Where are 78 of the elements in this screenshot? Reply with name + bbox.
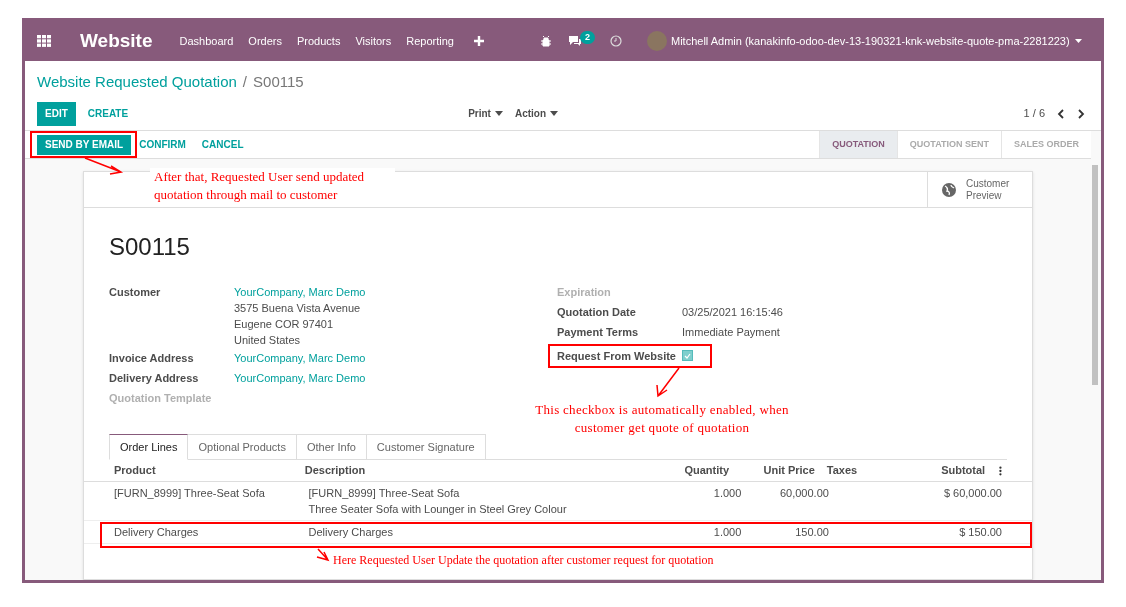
create-button[interactable]: CREATE <box>75 101 141 126</box>
customer-preview-button[interactable]: Customer Preview <box>927 172 1032 207</box>
address-line: Eugene COR 97401 <box>234 317 335 332</box>
menu-item[interactable]: Products <box>296 32 341 50</box>
table-cell-text: 60,000.00 <box>778 486 829 501</box>
message-count-badge: 2 <box>579 30 595 44</box>
table-cell-text: 1.000 <box>712 486 742 501</box>
table-cell-text: [FURN_8999] Three-Seat Sofa <box>114 486 266 501</box>
column-header[interactable]: Unit Price <box>729 462 815 479</box>
workflow-button[interactable]: CANCEL <box>193 134 252 155</box>
check-icon <box>684 352 691 359</box>
workflow-button[interactable]: SEND BY EMAIL <box>37 134 132 155</box>
field-label: Quotation Date <box>557 305 637 320</box>
column-header[interactable]: Quantity <box>624 462 730 479</box>
edit-button[interactable]: EDIT <box>37 101 76 126</box>
checkbox[interactable] <box>682 350 693 361</box>
column-options-icon[interactable] <box>999 465 1002 476</box>
dropdown-button[interactable]: Print <box>468 106 503 121</box>
field-label: Quotation Template <box>109 391 213 406</box>
table-cell-text: $ 60,000.00 <box>942 486 1002 501</box>
status-step[interactable]: QUOTATION <box>819 131 897 158</box>
partner-link[interactable]: YourCompany, Marc Demo <box>234 350 366 366</box>
field-label: Expiration <box>557 285 612 300</box>
caret-icon <box>550 111 559 116</box>
app-name[interactable]: Website <box>80 26 153 56</box>
notebook-tab[interactable]: Customer Signature <box>366 434 486 460</box>
record-name: S00115 <box>109 232 190 262</box>
column-header[interactable]: Product <box>114 462 305 479</box>
partner-link[interactable]: YourCompany, Marc Demo <box>234 370 366 386</box>
field-label: Customer <box>109 285 162 300</box>
clock-icon[interactable] <box>610 35 622 47</box>
column-header[interactable]: Subtotal <box>872 462 986 479</box>
field-label: Payment Terms <box>557 325 640 340</box>
breadcrumb-current: S00115 <box>253 72 304 92</box>
chevron-left-icon[interactable] <box>1057 108 1064 119</box>
field-label: Invoice Address <box>109 351 195 366</box>
pager-value: 1 / 6 <box>1023 106 1045 122</box>
caret-icon <box>494 111 503 116</box>
description-line: [FURN_8999] Three-Seat Sofa <box>308 486 461 501</box>
table-cell-text: $ 150.00 <box>958 525 1002 540</box>
annotation-arrow <box>316 548 330 562</box>
table-cell-text: 1.000 <box>712 525 742 540</box>
annotation-note: After that, Requested User send updated quotation through mail to customer <box>150 168 395 204</box>
table-cell-text: Delivery Charges <box>114 525 200 540</box>
field-value: 03/25/2021 16:15:46 <box>682 305 783 320</box>
chat-icon[interactable] <box>567 35 582 47</box>
annotation-note: Here Requested User Update the quotation after customer request for quotation <box>331 552 716 568</box>
menu-item[interactable]: Visitors <box>355 32 392 50</box>
dropdown-button[interactable]: Action <box>514 106 559 121</box>
chevron-right-icon[interactable] <box>1078 108 1085 119</box>
column-header[interactable]: Description <box>304 462 625 479</box>
workflow-button[interactable]: CONFIRM <box>131 134 194 155</box>
breadcrumb-separator: / <box>242 72 248 92</box>
menu-item[interactable]: Orders <box>248 32 282 50</box>
apps-grid-icon[interactable] <box>37 35 51 47</box>
field-value: Immediate Payment <box>682 325 780 340</box>
globe-icon <box>942 182 956 197</box>
partner-link[interactable]: YourCompany, Marc Demo <box>234 284 366 300</box>
description-line: Three Seater Sofa with Lounger in Steel Grey Colour <box>308 502 568 517</box>
table-cell-text: 150.00 <box>794 525 829 540</box>
field-label: Request From Website <box>557 349 677 364</box>
menu-item[interactable]: Reporting <box>406 32 454 50</box>
plus-icon[interactable] <box>473 36 484 46</box>
breadcrumb-link[interactable]: Website Requested Quotation <box>37 71 237 94</box>
annotation-note: This checkbox is automatically enabled, when customer get quote of quotation <box>534 401 790 437</box>
annotation-arrow <box>84 157 124 175</box>
user-menu[interactable]: Mitchell Admin (kanakinfo-odoo-dev-13-190321-knk-website-quote-pma-2281223) <box>671 32 1082 50</box>
description-line: Delivery Charges <box>308 525 394 540</box>
notebook-tab[interactable]: Optional Products <box>188 434 297 460</box>
notebook-tab[interactable]: Order Lines <box>109 434 189 460</box>
menu-item[interactable]: Dashboard <box>179 32 234 50</box>
caret-icon <box>1074 39 1082 43</box>
address-line: 3575 Buena Vista Avenue <box>234 301 362 316</box>
address-line: United States <box>234 333 302 348</box>
notebook-tab[interactable]: Other Info <box>296 434 367 460</box>
bug-icon[interactable] <box>540 35 551 47</box>
column-header[interactable]: Taxes <box>814 462 873 479</box>
field-label: Delivery Address <box>109 371 200 386</box>
